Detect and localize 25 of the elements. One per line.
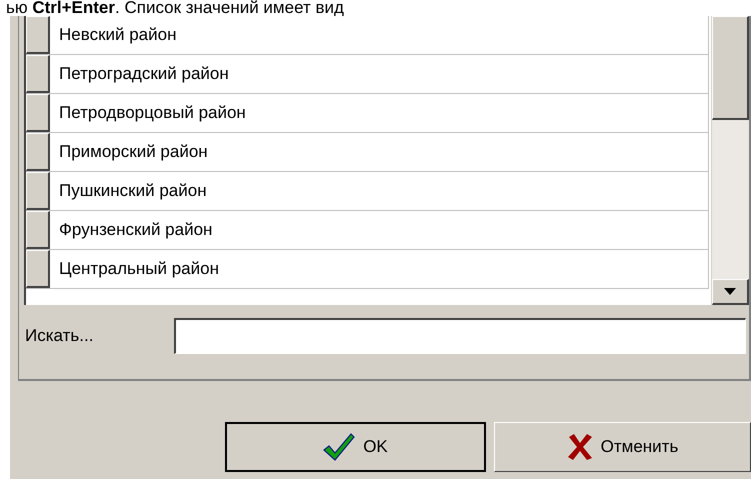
check-icon <box>323 432 356 462</box>
cross-icon <box>566 433 593 461</box>
row-header[interactable] <box>26 172 50 210</box>
row-header[interactable] <box>26 55 50 93</box>
down-arrow-icon <box>724 288 736 295</box>
row-header[interactable] <box>26 16 50 54</box>
scrollbar[interactable] <box>711 16 749 305</box>
row-header[interactable] <box>26 94 50 132</box>
row-header[interactable] <box>26 250 50 288</box>
search-label: Искать... <box>25 325 94 348</box>
scrollbar-thumb[interactable] <box>712 16 749 120</box>
intro-sentence: ью Ctrl+Enter. Список значений имеет вид <box>6 0 344 16</box>
scroll-down-button[interactable] <box>712 279 749 305</box>
row-header[interactable] <box>26 133 50 171</box>
cancel-button[interactable]: Отменить <box>494 422 751 472</box>
list-item[interactable]: Фрунзенский район <box>50 211 709 249</box>
row-header[interactable] <box>26 211 50 249</box>
list-item[interactable]: Петродворцовый район <box>50 94 709 132</box>
list-item[interactable]: Петроградский район <box>50 55 709 93</box>
list-item[interactable]: Центральный район <box>50 250 709 288</box>
ok-button[interactable]: OK <box>225 422 486 472</box>
search-field[interactable] <box>174 318 746 354</box>
list-item[interactable]: Пушкинский район <box>50 172 709 210</box>
list-item[interactable]: Приморский район <box>50 133 709 171</box>
list-item[interactable]: Невский район <box>50 16 709 54</box>
